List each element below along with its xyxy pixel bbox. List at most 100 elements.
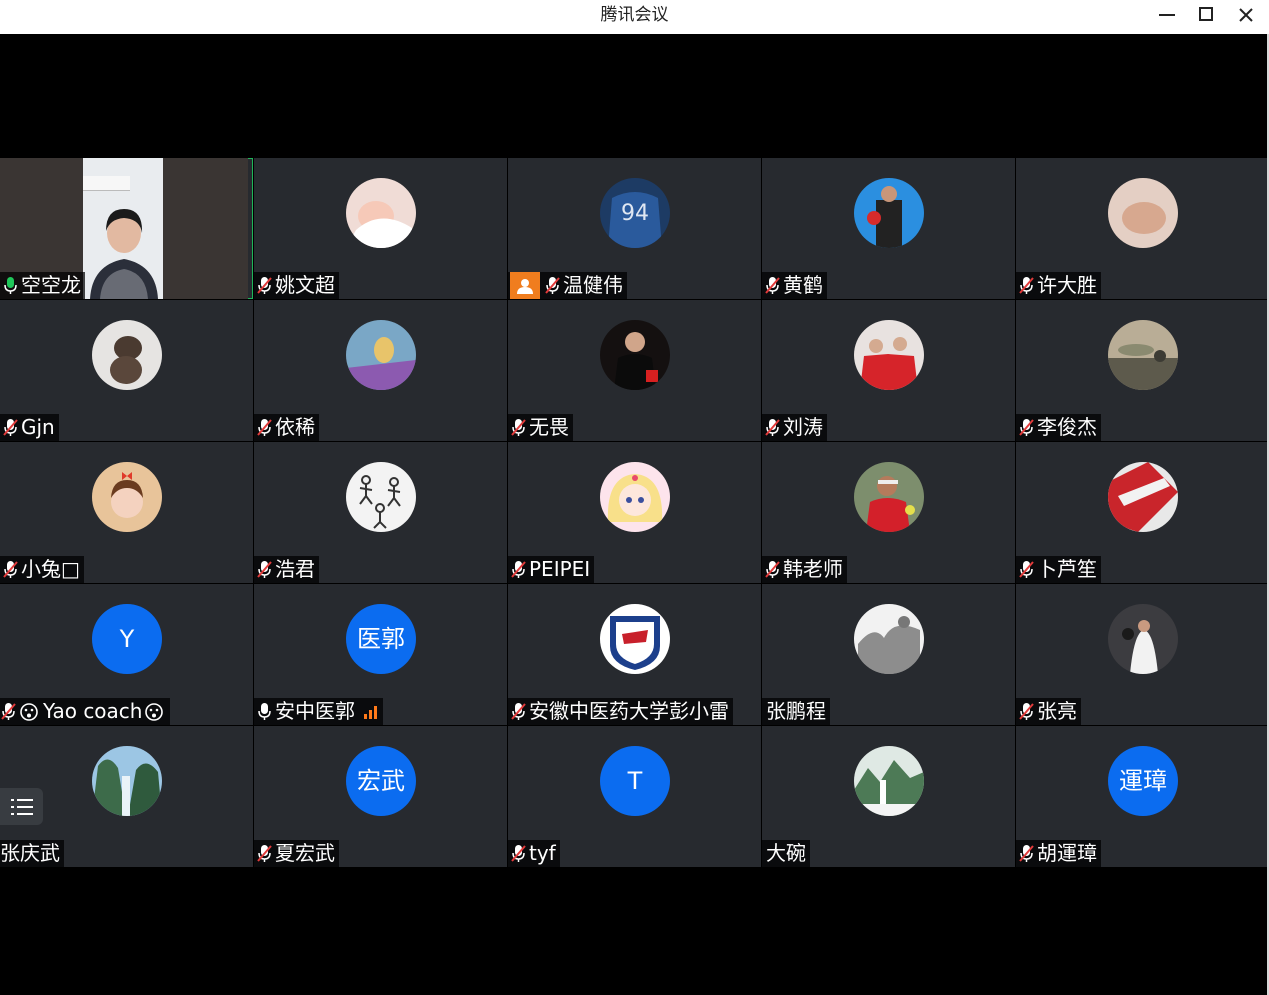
participant-label: 姚文超: [254, 272, 339, 299]
participant-name: tyf: [529, 841, 556, 865]
participant-label: 小兔□: [0, 556, 84, 583]
participant-name: 张鹏程: [766, 699, 826, 723]
participant-tile[interactable]: 空空龙: [0, 158, 253, 299]
list-icon: [10, 798, 33, 815]
participant-name: 安徽中医药大学彭小雷: [529, 699, 729, 723]
participant-label: 空空龙: [0, 272, 85, 299]
mic-muted-icon: [1, 703, 16, 720]
participant-tile[interactable]: 无畏: [508, 300, 761, 441]
participant-tile[interactable]: 张鹏程: [762, 584, 1015, 725]
participant-label: 卜芦笙: [1016, 556, 1101, 583]
avatar: [1108, 320, 1178, 390]
participant-label: 张庆武: [0, 840, 64, 867]
participant-tile[interactable]: 安徽中医药大学彭小雷: [508, 584, 761, 725]
avatar: 医郭: [346, 604, 416, 674]
mic-muted-icon: [257, 561, 272, 578]
participant-name: 张庆武: [0, 841, 60, 865]
participant-tile[interactable]: 李俊杰: [1016, 300, 1269, 441]
participant-name: 依稀: [275, 415, 315, 439]
participant-tile[interactable]: 浩君: [254, 442, 507, 583]
avatar: [854, 604, 924, 674]
minimize-button[interactable]: [1146, 2, 1186, 28]
participant-list-button[interactable]: [0, 788, 43, 825]
avatar: Y: [92, 604, 162, 674]
host-icon: [510, 272, 540, 299]
mic-muted-icon: [3, 419, 18, 436]
participant-tile[interactable]: 依稀: [254, 300, 507, 441]
participant-name: 温健伟: [563, 273, 623, 297]
participant-tile[interactable]: 韩老师: [762, 442, 1015, 583]
participant-name: 姚文超: [275, 273, 335, 297]
avatar: [92, 320, 162, 390]
mic-muted-icon: [765, 277, 780, 294]
participant-name: Gjn: [21, 415, 55, 439]
participant-label: 夏宏武: [254, 840, 339, 867]
participant-tile[interactable]: 刘涛: [762, 300, 1015, 441]
participant-tile[interactable]: 张庆武: [0, 726, 253, 867]
participant-tile[interactable]: 黄鹤: [762, 158, 1015, 299]
participant-tile[interactable]: 医郭 安中医郭: [254, 584, 507, 725]
participant-tile[interactable]: 運璋 胡運璋: [1016, 726, 1269, 867]
participant-name: 小兔□: [21, 557, 80, 581]
participant-label: 温健伟: [508, 272, 627, 299]
participant-name: 安中医郭: [275, 699, 355, 723]
mic-active-icon: [4, 277, 17, 294]
participant-name: 无畏: [529, 415, 569, 439]
avatar: [346, 320, 416, 390]
mic-muted-icon: [765, 561, 780, 578]
meeting-stage: 空空龙 姚文超 94 温健伟 黄鹤 许大胜 Gjn 依稀 无畏 刘涛 李俊杰 小…: [0, 34, 1269, 995]
participant-tile[interactable]: T tyf: [508, 726, 761, 867]
participant-name: 张亮: [1037, 699, 1077, 723]
minimize-icon: [1159, 14, 1175, 16]
avatar: [854, 178, 924, 248]
mic-muted-icon: [511, 419, 526, 436]
participant-tile[interactable]: 94 温健伟: [508, 158, 761, 299]
participant-label: 张鹏程: [762, 698, 830, 725]
mic-muted-icon: [257, 419, 272, 436]
avatar: [854, 746, 924, 816]
mic-muted-icon: [545, 277, 560, 294]
close-button[interactable]: [1226, 2, 1266, 28]
avatar: [346, 462, 416, 532]
participant-tile[interactable]: Y Yao coach: [0, 584, 253, 725]
participant-name: 许大胜: [1037, 273, 1097, 297]
participant-label: 李俊杰: [1016, 414, 1101, 441]
mic-muted-icon: [1019, 845, 1034, 862]
surprised-face-icon: [145, 702, 164, 721]
mic-muted-icon: [1019, 703, 1034, 720]
participant-tile[interactable]: 姚文超: [254, 158, 507, 299]
participant-label: Gjn: [0, 414, 59, 441]
participant-tile[interactable]: 卜芦笙: [1016, 442, 1269, 583]
participant-tile[interactable]: Gjn: [0, 300, 253, 441]
participant-name: 刘涛: [783, 415, 823, 439]
participant-tile[interactable]: 大碗: [762, 726, 1015, 867]
mic-muted-icon: [511, 845, 526, 862]
participant-name: 空空龙: [21, 273, 81, 297]
avatar: [92, 462, 162, 532]
participant-label: 依稀: [254, 414, 319, 441]
participant-name: 韩老师: [783, 557, 843, 581]
participant-tile[interactable]: 小兔□: [0, 442, 253, 583]
close-icon: [1239, 8, 1253, 22]
mic-muted-icon: [765, 419, 780, 436]
participant-label: 浩君: [254, 556, 319, 583]
participant-tile[interactable]: 张亮: [1016, 584, 1269, 725]
svg-text:94: 94: [621, 201, 649, 226]
maximize-button[interactable]: [1186, 2, 1226, 28]
participant-label: tyf: [508, 840, 560, 867]
participant-name: Yao coach: [43, 699, 143, 723]
avatar: [600, 604, 670, 674]
participant-label: 韩老师: [762, 556, 847, 583]
avatar: [600, 320, 670, 390]
participant-name: 浩君: [275, 557, 315, 581]
participant-label: 刘涛: [762, 414, 827, 441]
participant-tile[interactable]: 许大胜: [1016, 158, 1269, 299]
participant-label: 胡運璋: [1016, 840, 1101, 867]
participant-tile[interactable]: PEIPEI: [508, 442, 761, 583]
participant-name: 卜芦笙: [1037, 557, 1097, 581]
participant-name: PEIPEI: [529, 557, 591, 581]
participant-tile[interactable]: 宏武 夏宏武: [254, 726, 507, 867]
avatar: [1108, 604, 1178, 674]
surprised-face-icon: [20, 702, 38, 721]
participant-label: 大碗: [762, 840, 810, 867]
